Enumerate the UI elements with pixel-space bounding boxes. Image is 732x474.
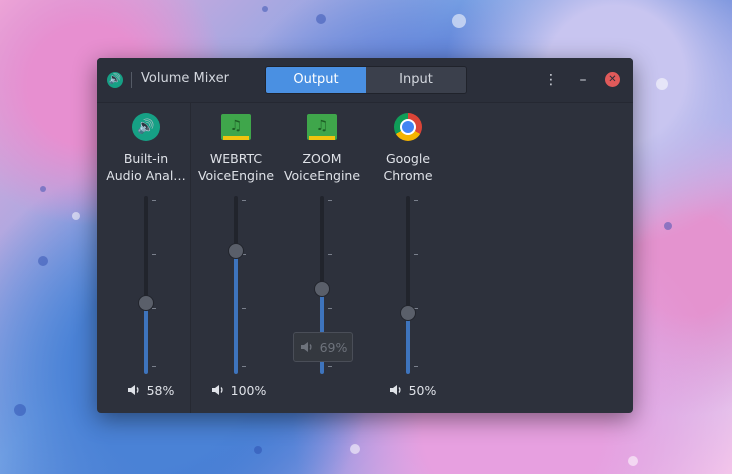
wallpaper-bubble	[452, 14, 466, 28]
speaker-icon: 🔊	[132, 113, 160, 141]
slider-tick	[414, 366, 418, 367]
device-name: Google Chrome	[383, 151, 433, 183]
volume-percent: 58%	[146, 382, 175, 398]
menu-kebab-icon[interactable]: ⋮	[541, 70, 561, 90]
tab-output[interactable]: Output	[266, 67, 366, 93]
device-name: Built-in Audio Anal…	[106, 151, 186, 183]
volume-app-icon: 🔊	[107, 72, 123, 88]
slider-fill	[234, 251, 238, 374]
device-name: ZOOM VoiceEngine	[283, 151, 361, 183]
wallpaper-bubble	[14, 404, 26, 416]
music-folder-icon: ♫	[307, 114, 337, 140]
slider-tick	[242, 366, 246, 367]
slider-tick	[152, 200, 156, 201]
slider-knob[interactable]	[138, 295, 154, 311]
slider-tick	[414, 254, 418, 255]
volume-percent: 69%	[319, 339, 348, 355]
title-separator	[131, 72, 132, 88]
slider-fill	[406, 313, 410, 374]
wallpaper-bubble	[628, 456, 638, 466]
slider-tick	[328, 366, 332, 367]
mute-toggle-button[interactable]: 58%	[121, 376, 179, 404]
speaker-icon	[389, 385, 401, 395]
wallpaper-bubble	[316, 14, 326, 24]
slider-tick	[152, 254, 156, 255]
slider-tick	[242, 200, 246, 201]
device-name: WEBRTC VoiceEngine	[197, 151, 275, 183]
speaker-icon	[211, 385, 223, 395]
wallpaper-bubble	[40, 186, 46, 192]
close-button[interactable]: ✕	[605, 72, 620, 87]
device-column-chrome: Google Chrome 50%	[363, 102, 453, 413]
wallpaper-bubble	[664, 222, 672, 230]
device-column-webrtc: ♫ WEBRTC VoiceEngine 100%	[191, 102, 281, 413]
volume-percent: 100%	[230, 382, 267, 398]
window-title: Volume Mixer	[141, 71, 229, 86]
slider-tick	[242, 308, 246, 309]
mute-toggle-button[interactable]: 50%	[383, 376, 441, 404]
mute-toggle-button-active[interactable]: 69%	[293, 332, 353, 362]
volume-percent: 50%	[408, 382, 437, 398]
chrome-icon	[394, 113, 422, 141]
slider-tick	[414, 200, 418, 201]
wallpaper-bubble	[254, 446, 262, 454]
slider-tick	[328, 308, 332, 309]
music-folder-icon: ♫	[221, 114, 251, 140]
wallpaper-bubble	[38, 256, 48, 266]
slider-fill	[144, 303, 148, 374]
slider-tick	[328, 200, 332, 201]
device-column-built-in: 🔊 Built-in Audio Anal… 58%	[101, 102, 191, 413]
slider-knob[interactable]	[228, 243, 244, 259]
wallpaper-bubble	[656, 78, 668, 90]
titlebar: 🔊 Volume Mixer Output Input ⋮ – ✕	[97, 58, 633, 103]
slider-tick	[152, 366, 156, 367]
device-column-zoom: ♫ ZOOM VoiceEngine	[277, 102, 367, 413]
slider-knob[interactable]	[400, 305, 416, 321]
minimize-button[interactable]: –	[573, 70, 593, 90]
slider-tick	[328, 254, 332, 255]
slider-tick	[152, 308, 156, 309]
volume-slider[interactable]	[138, 196, 156, 374]
mute-toggle-button[interactable]: 100%	[207, 376, 269, 404]
volume-slider[interactable]	[228, 196, 246, 374]
volume-slider[interactable]	[400, 196, 418, 374]
volume-mixer-window: 🔊 Volume Mixer Output Input ⋮ – ✕ 🔊 Buil…	[97, 58, 633, 413]
slider-knob[interactable]	[314, 281, 330, 297]
wallpaper-bubble	[72, 212, 80, 220]
wallpaper-bubble	[350, 444, 360, 454]
tab-input[interactable]: Input	[366, 67, 466, 93]
wallpaper-bubble	[262, 6, 268, 12]
speaker-muted-icon	[300, 342, 312, 352]
speaker-icon	[127, 385, 139, 395]
output-input-tabs: Output Input	[265, 66, 467, 94]
